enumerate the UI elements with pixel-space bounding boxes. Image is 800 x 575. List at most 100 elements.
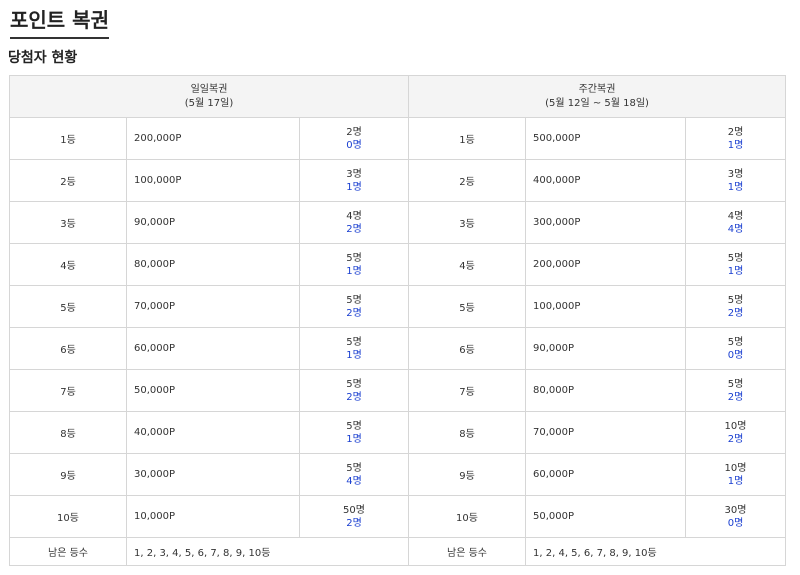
weekly-rank-cell: 2등	[408, 159, 527, 202]
daily-total-count: 2명	[346, 126, 362, 138]
weekly-total-count: 5명	[727, 294, 744, 306]
weekly-prize-cell: 50,000P	[525, 495, 687, 538]
weekly-rank-cell: 10등	[408, 495, 527, 538]
daily-total-count: 5명	[346, 378, 362, 390]
weekly-total-count: 5명	[727, 252, 744, 264]
weekly-rank-cell: 8등	[408, 411, 527, 454]
remaining-ranks-row: 남은 등수 1, 2, 3, 4, 5, 6, 7, 8, 9, 10등 남은 …	[9, 537, 787, 566]
daily-total-count: 4명	[346, 210, 362, 222]
weekly-rank-cell: 4등	[408, 243, 527, 286]
weekly-count-cell: 3명 1명	[685, 159, 787, 202]
daily-rank-cell: 9등	[9, 453, 127, 496]
daily-rank-cell: 1등	[9, 117, 127, 160]
weekly-winner-count: 1명	[727, 181, 744, 193]
weekly-prize-cell: 500,000P	[525, 117, 687, 160]
table-row: 8등 40,000P 5명 1명 8등 70,000P 10명 2명	[9, 411, 787, 454]
daily-total-count: 5명	[346, 420, 362, 432]
daily-rank-cell: 10등	[9, 495, 127, 538]
daily-prize-cell: 30,000P	[126, 453, 300, 496]
daily-total-count: 5명	[346, 336, 362, 348]
table-header: 일일복권 (5월 17일) 주간복권 (5월 12일 ~ 5월 18일)	[8, 75, 787, 118]
weekly-count-cell: 10명 1명	[685, 453, 787, 496]
daily-prize-cell: 50,000P	[126, 369, 300, 412]
daily-rank-cell: 5등	[9, 285, 127, 328]
daily-remaining-label: 남은 등수	[9, 537, 127, 566]
daily-total-count: 50명	[343, 504, 365, 516]
daily-winner-count: 0명	[346, 139, 362, 151]
weekly-rank-cell: 6등	[408, 327, 527, 370]
daily-count-cell: 5명 2명	[298, 369, 410, 412]
weekly-total-count: 10명	[724, 420, 747, 432]
table-row: 9등 30,000P 5명 4명 9등 60,000P 10명 1명	[9, 453, 787, 496]
weekly-count-cell: 10명 2명	[685, 411, 787, 454]
daily-count-cell: 4명 2명	[298, 201, 410, 244]
daily-rank-cell: 4등	[9, 243, 127, 286]
daily-total-count: 5명	[346, 462, 362, 474]
daily-lottery-title: 일일복권	[190, 83, 228, 95]
daily-winner-count: 1명	[346, 265, 362, 277]
table-row: 4등 80,000P 5명 1명 4등 200,000P 5명 1명	[9, 243, 787, 286]
table-row: 6등 60,000P 5명 1명 6등 90,000P 5명 0명	[9, 327, 787, 370]
daily-count-cell: 5명 2명	[298, 285, 410, 328]
daily-prize-cell: 80,000P	[126, 243, 300, 286]
daily-rank-cell: 2등	[9, 159, 127, 202]
weekly-prize-cell: 80,000P	[525, 369, 687, 412]
table-row: 5등 70,000P 5명 2명 5등 100,000P 5명 2명	[9, 285, 787, 328]
weekly-winner-count: 1명	[727, 139, 744, 151]
weekly-count-cell: 2명 1명	[685, 117, 787, 160]
table-row: 1등 200,000P 2명 0명 1등 500,000P 2명 1명	[9, 117, 787, 160]
daily-prize-cell: 100,000P	[126, 159, 300, 202]
daily-prize-cell: 40,000P	[126, 411, 300, 454]
table-body: 1등 200,000P 2명 0명 1등 500,000P 2명 1명 2등 100,000P 3명…	[9, 117, 787, 566]
weekly-count-cell: 5명 2명	[685, 369, 787, 412]
daily-total-count: 3명	[346, 168, 362, 180]
daily-prize-cell: 10,000P	[126, 495, 300, 538]
weekly-count-cell: 5명 1명	[685, 243, 787, 286]
daily-winner-count: 2명	[346, 517, 362, 529]
daily-count-cell: 5명 1명	[298, 411, 410, 454]
daily-rank-cell: 8등	[9, 411, 127, 454]
daily-count-cell: 3명 1명	[298, 159, 410, 202]
weekly-total-count: 30명	[724, 504, 747, 516]
weekly-remaining-value: 1, 2, 4, 5, 6, 7, 8, 9, 10등	[525, 537, 787, 566]
weekly-prize-cell: 90,000P	[525, 327, 687, 370]
daily-prize-cell: 200,000P	[126, 117, 300, 160]
daily-winner-count: 2명	[346, 391, 362, 403]
weekly-rank-cell: 7등	[408, 369, 527, 412]
table-row: 10등 10,000P 50명 2명 10등 50,000P 30명 0명	[9, 495, 787, 538]
weekly-remaining-label: 남은 등수	[408, 537, 527, 566]
daily-count-cell: 5명 1명	[298, 243, 410, 286]
daily-total-count: 5명	[346, 294, 362, 306]
weekly-prize-cell: 100,000P	[525, 285, 687, 328]
weekly-total-count: 5명	[727, 336, 744, 348]
weekly-prize-cell: 70,000P	[525, 411, 687, 454]
daily-lottery-period: (5월 17일)	[184, 97, 234, 109]
weekly-count-cell: 5명 2명	[685, 285, 787, 328]
weekly-prize-cell: 60,000P	[525, 453, 687, 496]
daily-remaining-value: 1, 2, 3, 4, 5, 6, 7, 8, 9, 10등	[125, 537, 410, 566]
weekly-total-count: 10명	[724, 462, 747, 474]
weekly-rank-cell: 5등	[408, 285, 527, 328]
section-title: 당첨자 현황	[8, 50, 78, 66]
weekly-winner-count: 1명	[727, 265, 744, 277]
daily-total-count: 5명	[346, 252, 362, 264]
daily-winner-count: 1명	[346, 181, 362, 193]
weekly-lottery-period: (5월 12일 ~ 5월 18일)	[545, 97, 649, 109]
daily-rank-cell: 6등	[9, 327, 127, 370]
daily-lottery-header: 일일복권 (5월 17일)	[8, 75, 410, 118]
daily-winner-count: 1명	[346, 349, 362, 361]
daily-rank-cell: 7등	[9, 369, 127, 412]
weekly-rank-cell: 9등	[408, 453, 527, 496]
daily-count-cell: 5명 1명	[298, 327, 410, 370]
weekly-prize-cell: 300,000P	[525, 201, 687, 244]
weekly-winner-count: 2명	[727, 307, 744, 319]
weekly-winner-count: 0명	[727, 517, 744, 529]
daily-rank-cell: 3등	[9, 201, 127, 244]
weekly-count-cell: 4명 4명	[685, 201, 787, 244]
weekly-total-count: 5명	[727, 378, 744, 390]
daily-winner-count: 2명	[346, 307, 362, 319]
weekly-winner-count: 4명	[727, 223, 744, 235]
weekly-prize-cell: 200,000P	[525, 243, 687, 286]
weekly-prize-cell: 400,000P	[525, 159, 687, 202]
weekly-count-cell: 30명 0명	[685, 495, 787, 538]
